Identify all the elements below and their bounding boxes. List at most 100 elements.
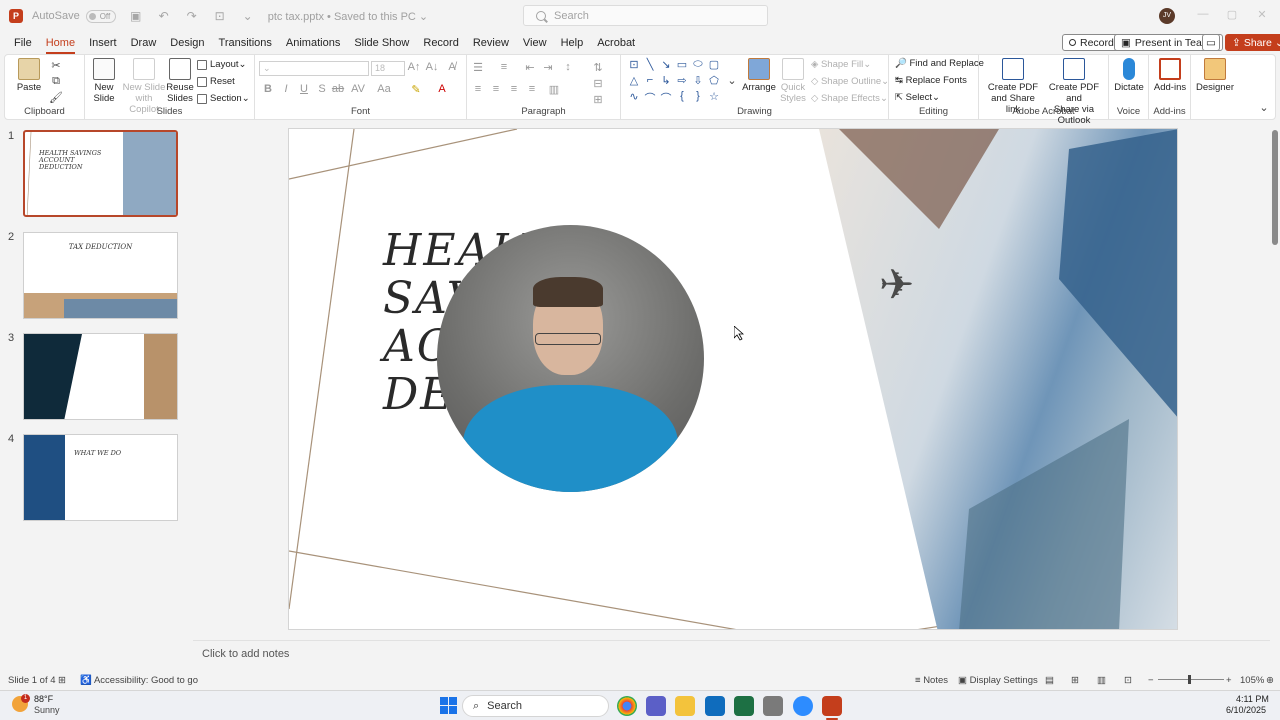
down-arrow-shape-icon[interactable]: ⇩	[691, 74, 705, 87]
tab-review[interactable]: Review	[466, 33, 516, 53]
taskbar-search[interactable]: ⌕ Search	[462, 695, 609, 717]
shape-fill-button[interactable]: ◈ Shape Fill ⌄	[811, 59, 871, 70]
tab-home[interactable]: Home	[39, 33, 82, 54]
slide-thumbnail-2[interactable]: TAX DEDUCTION	[23, 232, 178, 319]
arrange-button[interactable]: Arrange	[741, 58, 777, 93]
change-case-icon[interactable]: Aa	[377, 83, 391, 95]
bold-icon[interactable]: B	[261, 83, 275, 95]
text-direction-icon[interactable]: ⇅	[591, 61, 605, 74]
tab-help[interactable]: Help	[554, 33, 591, 53]
text-shadow-icon[interactable]: S	[315, 83, 329, 95]
increase-font-icon[interactable]: A↑	[407, 61, 421, 73]
triangle-shape-icon[interactable]: △	[627, 74, 641, 87]
document-title[interactable]: ptc tax.pptx • Saved to this PC ⌄	[268, 10, 428, 23]
underline-icon[interactable]: U	[297, 83, 311, 95]
right-arrow-shape-icon[interactable]: ⇨	[675, 74, 689, 87]
vertical-scrollbar[interactable]	[1270, 120, 1280, 630]
display-settings-button[interactable]: ▣ Display Settings	[958, 675, 1038, 686]
curve-shape-icon[interactable]: ⌒	[643, 90, 657, 106]
notes-pane[interactable]: Click to add notes	[193, 640, 1270, 668]
flowchart-shape-icon[interactable]: ⬠	[707, 74, 721, 87]
shape-outline-button[interactable]: ◇ Shape Outline ⌄	[811, 76, 889, 87]
start-from-beginning-icon[interactable]: ⊡	[212, 9, 228, 23]
shape-effects-button[interactable]: ◇ Shape Effects ⌄	[811, 93, 888, 104]
star-shape-icon[interactable]: ☆	[707, 90, 721, 103]
bullets-icon[interactable]: ☰	[471, 61, 485, 74]
reset-button[interactable]: Reset	[197, 76, 235, 87]
arrow-line-shape-icon[interactable]: ↘	[659, 58, 673, 71]
line-spacing-icon[interactable]: ↕	[561, 61, 575, 73]
format-painter-icon[interactable]: 🖌	[49, 91, 63, 104]
select-button[interactable]: ⇱ Select ⌄	[895, 92, 940, 103]
share-button[interactable]: ⇪ Share ⌄	[1225, 34, 1280, 51]
numbering-icon[interactable]: ≡	[497, 61, 511, 73]
dictate-button[interactable]: Dictate	[1112, 58, 1146, 93]
copy-icon[interactable]: ⧉	[49, 75, 63, 88]
section-button[interactable]: Section ⌄	[197, 93, 250, 104]
left-brace-shape-icon[interactable]: {	[675, 90, 689, 102]
collapse-ribbon-icon[interactable]: ⌄	[1257, 101, 1271, 114]
tab-animations[interactable]: Animations	[279, 33, 347, 53]
tab-transitions[interactable]: Transitions	[212, 33, 279, 53]
find-replace-button[interactable]: 🔎 Find and Replace	[895, 58, 984, 69]
highlight-icon[interactable]: ✎	[409, 83, 423, 96]
smartart-icon[interactable]: ⊞	[591, 93, 605, 106]
arc-shape-icon[interactable]: ⌒	[659, 90, 673, 106]
replace-fonts-button[interactable]: ↹ Replace Fonts	[895, 75, 967, 86]
clock-time[interactable]: 4:11 PM	[1236, 694, 1269, 704]
calculator-icon[interactable]	[763, 696, 783, 716]
tab-draw[interactable]: Draw	[124, 33, 164, 53]
elbow-connector-icon[interactable]: ⌐	[643, 74, 657, 86]
autosave-toggle[interactable]: Off	[85, 9, 116, 23]
line-shape-icon[interactable]: ╲	[643, 58, 657, 71]
paste-button[interactable]: Paste	[11, 58, 47, 93]
character-spacing-icon[interactable]: AV	[351, 83, 365, 95]
zoom-level[interactable]: 105%	[1240, 675, 1264, 686]
tab-slide-show[interactable]: Slide Show	[347, 33, 416, 53]
spelling-icon[interactable]: ⊞	[58, 675, 66, 686]
reuse-slides-button[interactable]: Reuse Slides	[165, 58, 195, 104]
accessibility-status[interactable]: ♿ Accessibility: Good to go	[80, 675, 198, 686]
undo-icon[interactable]: ↶	[156, 9, 172, 23]
save-icon[interactable]: ▣	[128, 9, 144, 23]
align-right-icon[interactable]: ≡	[507, 83, 521, 95]
align-left-icon[interactable]: ≡	[471, 83, 485, 95]
slide-sorter-icon[interactable]: ⊞	[1071, 675, 1079, 686]
zoom-out-icon[interactable]: −	[1148, 675, 1154, 686]
zoom-in-icon[interactable]: +	[1226, 675, 1232, 686]
clock-date[interactable]: 6/10/2025	[1226, 705, 1266, 715]
right-brace-shape-icon[interactable]: }	[691, 90, 705, 102]
redo-icon[interactable]: ↷	[184, 9, 200, 23]
slide-thumbnail-1[interactable]: HEALTH SAVINGS ACCOUNT DEDUCTION	[23, 130, 178, 217]
increase-indent-icon[interactable]: ⇥	[541, 61, 555, 74]
customize-quick-access-icon[interactable]: ⌄	[240, 9, 256, 23]
italic-icon[interactable]: I	[279, 83, 293, 95]
excel-icon[interactable]	[734, 696, 754, 716]
temperature[interactable]: 88°F	[34, 694, 53, 704]
zoom-slider-thumb[interactable]	[1188, 675, 1191, 684]
tab-view[interactable]: View	[516, 33, 554, 53]
freeform-shape-icon[interactable]: ∿	[627, 90, 641, 103]
outlook-icon[interactable]	[705, 696, 725, 716]
shapes-more-icon[interactable]: ⌄	[725, 74, 739, 87]
columns-icon[interactable]: ▥	[547, 83, 561, 96]
tab-acrobat[interactable]: Acrobat	[590, 33, 642, 53]
user-avatar[interactable]: JV	[1159, 8, 1175, 24]
tab-file[interactable]: File	[7, 33, 39, 53]
rectangle-shape-icon[interactable]: ▭	[675, 58, 689, 71]
new-slide-button[interactable]: New Slide	[87, 58, 121, 104]
font-name-box[interactable]: ⌄	[259, 61, 369, 76]
elbow-arrow-icon[interactable]: ↳	[659, 74, 673, 87]
font-color-icon[interactable]: A	[435, 83, 449, 95]
teams-taskbar-icon[interactable]	[646, 696, 666, 716]
slideshow-view-icon[interactable]: ⊡	[1124, 675, 1132, 686]
textbox-shape-icon[interactable]: ⊡	[627, 58, 641, 71]
notes-toggle[interactable]: ≡ Notes	[915, 675, 948, 686]
slide-canvas[interactable]: ✈ HEALT SAV AC DE	[288, 128, 1178, 630]
normal-view-icon[interactable]: ▤	[1045, 675, 1054, 686]
rounded-rect-shape-icon[interactable]: ▢	[707, 58, 721, 71]
slide-thumbnail-4[interactable]: WHAT WE DO	[23, 434, 178, 521]
maximize-icon[interactable]: ▢	[1225, 8, 1239, 21]
slide-thumbnail-3[interactable]	[23, 333, 178, 420]
tab-insert[interactable]: Insert	[82, 33, 124, 53]
